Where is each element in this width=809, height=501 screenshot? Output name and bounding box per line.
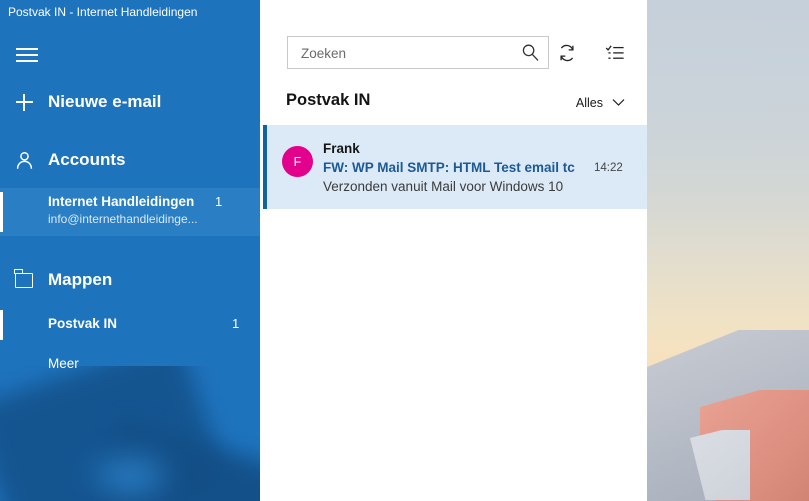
sync-icon	[560, 44, 574, 62]
wallpaper-snow-slope	[690, 430, 750, 500]
folders-label: Mappen	[48, 270, 113, 289]
sidebar-acrylic-highlight	[95, 455, 165, 497]
account-unread-count: 1	[215, 194, 223, 209]
hamburger-icon-line	[16, 48, 38, 50]
message-sender: Frank	[323, 141, 360, 156]
hamburger-icon-line	[16, 60, 38, 62]
message-list-item[interactable]: F Frank FW: WP Mail SMTP: HTML Test emai…	[263, 125, 647, 209]
folders-section-header[interactable]: Mappen	[0, 262, 260, 298]
message-filter-label: Alles	[575, 96, 603, 110]
message-timestamp: 14:22	[594, 162, 623, 174]
message-filter-dropdown[interactable]: Alles	[576, 94, 625, 112]
plus-icon	[0, 93, 48, 111]
account-display-name: Internet Handleidingen	[48, 194, 195, 209]
accounts-label: Accounts	[48, 150, 126, 169]
select-mode-icon	[605, 45, 624, 59]
new-mail-button[interactable]: Nieuwe e-mail	[0, 84, 260, 120]
search-input[interactable]	[299, 37, 513, 70]
account-email-address: info@internethandleidinge...	[48, 212, 198, 226]
hamburger-icon-line	[16, 54, 38, 56]
accounts-section-header[interactable]: Accounts	[0, 142, 260, 178]
sync-button[interactable]	[552, 38, 582, 68]
hamburger-menu-button[interactable]	[4, 36, 52, 72]
folder-icon	[0, 268, 48, 288]
message-preview: Verzonden vanuit Mail voor Windows 10	[323, 179, 564, 194]
message-list-title: Postvak IN	[286, 91, 371, 109]
sidebar-folder-meer[interactable]: Meer	[0, 350, 260, 380]
chevron-down-icon	[612, 94, 625, 112]
sidebar-folder-postvak-in[interactable]: Postvak IN 1	[0, 308, 260, 342]
message-subject: FW: WP Mail SMTP: HTML Test email tc	[323, 160, 575, 175]
person-icon	[0, 151, 48, 170]
window-title: Postvak IN - Internet Handleidingen	[8, 5, 198, 19]
folder-label: Meer	[48, 356, 79, 371]
mail-window: Postvak IN - Internet Handleidingen Nieu…	[0, 0, 647, 501]
folder-unread-count: 1	[232, 316, 240, 331]
message-list-pane: Postvak IN Alles F Frank FW: WP Mail SMT…	[260, 0, 647, 501]
folder-label: Postvak IN	[48, 316, 118, 331]
avatar: F	[282, 146, 313, 177]
search-icon[interactable]	[521, 43, 540, 62]
navigation-sidebar: Postvak IN - Internet Handleidingen Nieu…	[0, 0, 260, 501]
sidebar-account-internet-handleidingen[interactable]: Internet Handleidingen 1 info@internetha…	[0, 188, 260, 236]
search-box[interactable]	[287, 36, 549, 70]
selection-mode-button[interactable]	[600, 38, 630, 68]
new-mail-label: Nieuwe e-mail	[48, 92, 162, 111]
mail-app-window: Postvak IN - Internet Handleidingen Nieu…	[0, 0, 809, 501]
